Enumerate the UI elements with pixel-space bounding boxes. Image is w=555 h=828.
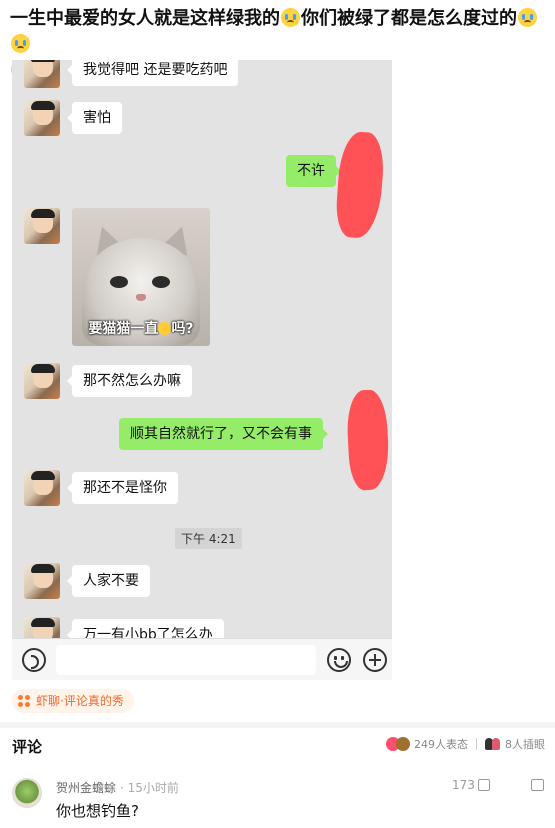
commenter-meta: 贺州金蟾蜍 · 15小时前	[56, 779, 179, 796]
redaction-scribble	[334, 130, 386, 240]
stickers-count: 8人插眼	[505, 738, 545, 751]
post-title-mid: 你们被绿了都是怎么度过的	[301, 8, 517, 29]
contact-avatar	[24, 208, 60, 244]
contact-avatar	[24, 617, 60, 638]
crying-face-icon	[518, 8, 537, 27]
contact-avatar	[24, 100, 60, 136]
message-bubble-left: 害怕	[67, 102, 122, 134]
post-title-text: 一生中最爱的女人就是这样绿我的	[10, 8, 280, 29]
topic-tag-label: 虾聊·评论真的秀	[36, 694, 124, 708]
message-bubble-left: 那不然怎么办嘛	[67, 365, 192, 397]
chat-input-bar	[12, 638, 392, 680]
message-bubble-right: 顺其自然就行了，又不会有事	[119, 418, 328, 450]
sticker-caption: 要猫猫一直 吗?	[88, 321, 194, 337]
comment-text: 你也想钓鱼?	[56, 802, 139, 820]
message-bubble-left: 人家不要	[67, 565, 150, 597]
topic-icon	[18, 694, 31, 708]
message-bubble-right: 不许	[286, 155, 341, 187]
cat-sticker-image: 要猫猫一直 吗?	[72, 208, 210, 346]
reaction-count: 249人表态	[414, 738, 468, 751]
thumbs-up-icon	[477, 779, 490, 791]
voice-icon[interactable]	[22, 648, 46, 672]
topic-tag[interactable]: 虾聊·评论真的秀	[12, 689, 134, 713]
section-divider	[0, 722, 555, 728]
message-input[interactable]	[56, 645, 316, 675]
reactions-summary[interactable]: 249人表态 8人插眼	[386, 736, 545, 752]
like-button[interactable]: 173	[452, 778, 490, 792]
crying-face-icon	[281, 8, 300, 27]
sad-face-icon	[158, 322, 172, 335]
message-bubble-left: 我觉得吧 还是要吃药吧	[66, 60, 239, 86]
chat-screenshot: 我觉得吧 还是要吃药吧 害怕 不许 要猫猫一直 吗? 那不然怎么办嘛 顺其自然就行…	[12, 60, 392, 680]
eye-stickers-icon	[485, 738, 501, 750]
emoji-icon[interactable]	[327, 648, 351, 672]
thumbs-down-icon[interactable]	[531, 779, 544, 791]
commenter-name[interactable]: 贺州金蟾蜍	[56, 781, 116, 795]
message-bubble-left: 那还不是怪你	[67, 472, 178, 504]
contact-avatar	[24, 60, 60, 88]
commenter-avatar[interactable]	[12, 778, 42, 808]
contact-avatar	[24, 470, 60, 506]
chat-timestamp: 下午 4:21	[175, 528, 242, 549]
poop-reaction-icon	[396, 737, 410, 751]
contact-avatar	[24, 563, 60, 599]
separator	[476, 738, 477, 750]
comments-header: 评论	[12, 738, 43, 756]
message-bubble-left: 万一有小bb了怎么办	[67, 619, 224, 638]
crying-face-icon	[11, 34, 30, 53]
contact-avatar	[24, 363, 60, 399]
redaction-scribble	[345, 389, 391, 491]
chat-messages: 我觉得吧 还是要吃药吧 害怕 不许 要猫猫一直 吗? 那不然怎么办嘛 顺其自然就行…	[12, 60, 392, 638]
comment-time: · 15小时前	[120, 781, 179, 795]
like-count: 173	[452, 778, 475, 792]
plus-icon[interactable]	[363, 648, 387, 672]
